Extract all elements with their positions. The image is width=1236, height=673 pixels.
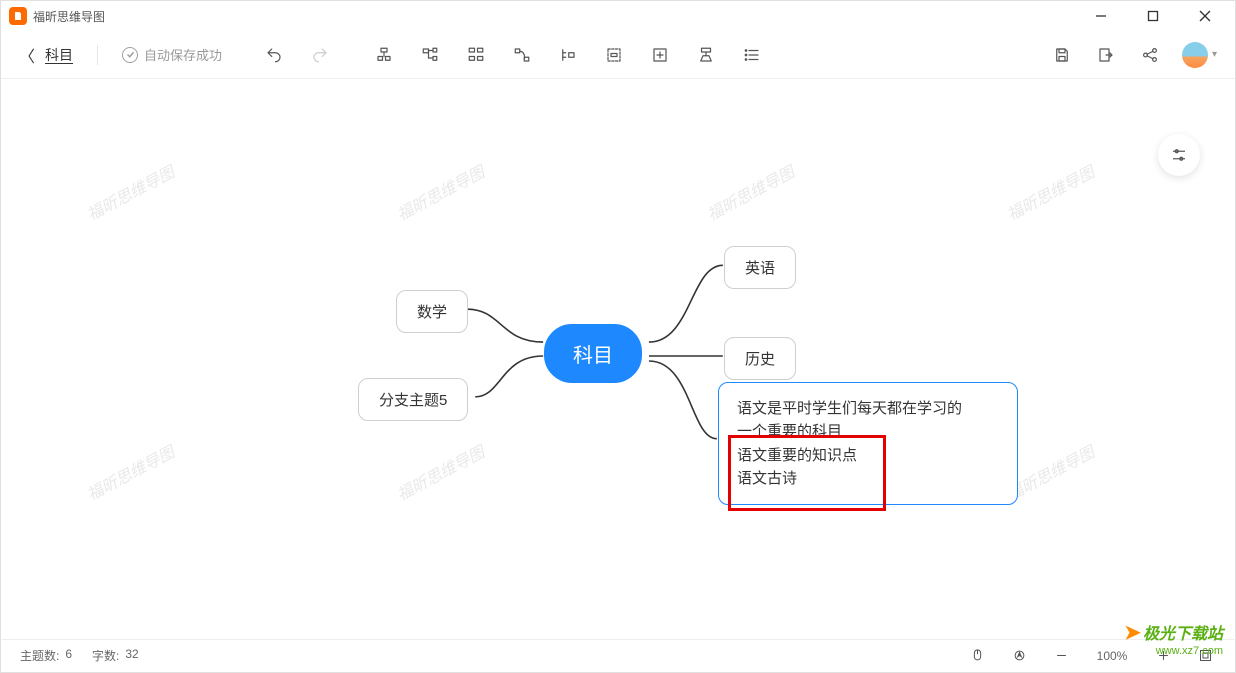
back-button[interactable]: 〈 [19, 43, 35, 67]
app-title: 福昕思维导图 [33, 8, 105, 25]
autosave-label: 自动保存成功 [144, 45, 222, 64]
note-line: 语文是平时学生们每天都在学习的 [737, 397, 999, 420]
format-button[interactable] [694, 43, 718, 67]
close-button[interactable] [1191, 2, 1219, 30]
watermark: 福昕思维导图 [82, 159, 178, 225]
word-count-label: 字数: [92, 647, 119, 664]
statusbar: 主题数: 6 字数: 32 100% [2, 639, 1234, 671]
check-circle-icon [122, 47, 138, 63]
mouse-mode-button[interactable] [966, 645, 988, 667]
node-branch5[interactable]: 分支主题5 [358, 378, 468, 421]
node-history[interactable]: 历史 [724, 337, 796, 380]
watermark: 福昕思维导图 [702, 159, 798, 225]
canvas[interactable]: 福昕思维导图 福昕思维导图 福昕思维导图 福昕思维导图 福昕思维导图 福昕思维导… [2, 80, 1234, 638]
share-button[interactable] [1138, 43, 1162, 67]
export-button[interactable] [1094, 43, 1118, 67]
toolbar-right-group: ▾ [1050, 42, 1217, 68]
site-name: 极光下载站 [1143, 626, 1223, 643]
separator [97, 45, 98, 65]
toolbar-edit-group [262, 43, 332, 67]
outline-button[interactable] [740, 43, 764, 67]
boundary-button[interactable] [602, 43, 626, 67]
insert-button[interactable] [648, 43, 672, 67]
node-english[interactable]: 英语 [724, 246, 796, 289]
watermark: 福昕思维导图 [392, 439, 488, 505]
watermark: 福昕思维导图 [1002, 159, 1098, 225]
note-line: 语文重要的知识点 [737, 444, 999, 467]
insert-sibling-button[interactable] [372, 43, 396, 67]
main-toolbar: 〈 科目 自动保存成功 ▾ [1, 31, 1235, 79]
window-controls [1087, 2, 1227, 30]
summary-button[interactable] [556, 43, 580, 67]
topic-count-label: 主题数: [20, 647, 59, 664]
central-node[interactable]: 科目 [544, 324, 642, 383]
site-watermark: ➤极光下载站 www.xz7.com [1124, 621, 1223, 658]
site-url: www.xz7.com [1124, 645, 1223, 658]
node-math[interactable]: 数学 [396, 290, 468, 333]
redo-button[interactable] [308, 43, 332, 67]
toolbar-structure-group [372, 43, 764, 67]
save-button[interactable] [1050, 43, 1074, 67]
undo-button[interactable] [262, 43, 286, 67]
titlebar: 福昕思维导图 [1, 1, 1235, 31]
watermark: 福昕思维导图 [82, 439, 178, 505]
breadcrumb[interactable]: 科目 [45, 45, 73, 65]
note-line: 语文古诗 [737, 467, 999, 490]
maximize-button[interactable] [1139, 2, 1167, 30]
locate-button[interactable] [1008, 645, 1030, 667]
layout-button[interactable] [464, 43, 488, 67]
user-menu[interactable]: ▾ [1182, 42, 1217, 68]
word-count-value: 32 [125, 647, 138, 664]
watermark: 福昕思维导图 [392, 159, 488, 225]
insert-child-button[interactable] [418, 43, 442, 67]
canvas-settings-button[interactable] [1158, 134, 1200, 176]
chevron-down-icon: ▾ [1212, 49, 1217, 60]
zoom-out-button[interactable] [1050, 645, 1072, 667]
relation-button[interactable] [510, 43, 534, 67]
avatar-icon [1182, 42, 1208, 68]
note-line: 一个重要的科目 [737, 420, 999, 443]
topic-count-value: 6 [65, 647, 72, 664]
minimize-button[interactable] [1087, 2, 1115, 30]
autosave-status: 自动保存成功 [122, 45, 222, 64]
node-note-editing[interactable]: 语文是平时学生们每天都在学习的 一个重要的科目 语文重要的知识点 语文古诗 [718, 382, 1018, 505]
app-logo [9, 7, 27, 25]
